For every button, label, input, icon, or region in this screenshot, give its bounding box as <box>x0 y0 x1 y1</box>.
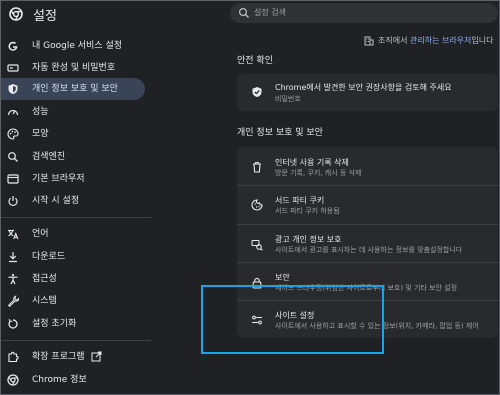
sidebar-item-languages[interactable]: 언어 <box>1 223 145 245</box>
privacy-row-clear-browsing-data[interactable]: 인터넷 사용 기록 삭제 방문 기록, 쿠키, 캐시 등 삭제 <box>237 147 498 184</box>
chrome-logo-icon <box>9 7 23 21</box>
cookie-icon <box>251 199 263 211</box>
google-icon <box>8 41 18 51</box>
autofill-icon <box>7 64 19 72</box>
sidebar-item-label: 시스템 <box>32 296 57 306</box>
palette-icon <box>7 128 19 140</box>
sidebar-item-label: Chrome 정보 <box>32 375 87 385</box>
safety-check-title: Chrome에서 발견한 보안 권장사항을 검토해 주세요 <box>275 83 452 92</box>
row-subtitle: 사이트에서 광고를 표시하는 데 사용하는 정보를 맞춤설정합니다 <box>275 246 463 254</box>
trash-icon <box>253 162 261 173</box>
row-title: 광고 개인 정보 보호 <box>275 235 342 244</box>
external-link-icon <box>91 351 102 362</box>
sidebar-item-label: 검색엔진 <box>32 152 66 162</box>
privacy-row-third-party-cookies[interactable]: 서드 파티 쿠키 서드 파티 쿠키 허용됨 <box>237 186 498 224</box>
sidebar-item-label: 개인 정보 보호 및 보안 <box>32 84 118 94</box>
top-bar: 설정 설정 검색 <box>1 1 499 29</box>
settings-window: 설정 설정 검색 조직에서 관리하는 브라우저입니다 내 Google 서비스 … <box>0 0 500 395</box>
row-title: 보안 <box>275 273 290 282</box>
speedometer-icon <box>7 109 19 116</box>
sidebar-item-downloads[interactable]: 다운로드 <box>1 246 145 268</box>
safety-check-heading: 안전 확인 <box>237 56 273 66</box>
sidebar-item-system[interactable]: 시스템 <box>1 290 145 312</box>
sidebar: 내 Google 서비스 설정 자동 완성 및 비밀번호 개인 정보 보호 및 … <box>1 31 151 394</box>
shield-icon <box>8 84 18 94</box>
building-icon <box>364 36 374 46</box>
page-title: 설정 <box>33 9 57 24</box>
managed-prefix: 조직에서 <box>378 36 410 45</box>
sidebar-divider <box>1 340 151 341</box>
sidebar-item-accessibility[interactable]: 접근성 <box>1 268 145 290</box>
search-placeholder: 설정 검색 <box>254 8 286 17</box>
sidebar-item-performance[interactable]: 성능 <box>1 101 145 123</box>
sidebar-item-about-chrome[interactable]: Chrome 정보 <box>1 369 145 391</box>
sidebar-item-privacy[interactable]: 개인 정보 보호 및 보안 <box>1 78 145 100</box>
safety-check-card[interactable]: Chrome에서 발견한 보안 권장사항을 검토해 주세요 비밀번호 <box>237 74 498 111</box>
sidebar-item-extensions[interactable]: 확장 프로그램 <box>1 346 145 368</box>
ad-privacy-icon <box>251 240 263 251</box>
power-icon <box>8 196 18 206</box>
accessibility-icon <box>8 273 18 285</box>
sidebar-item-label: 설정 초기화 <box>32 319 77 329</box>
privacy-row-ad-privacy[interactable]: 광고 개인 정보 보호 사이트에서 광고를 표시하는 데 사용하는 정보를 맞춤… <box>237 225 498 262</box>
row-title: 인터넷 사용 기록 삭제 <box>275 158 349 167</box>
chrome-icon <box>7 374 19 386</box>
sidebar-divider <box>1 217 151 218</box>
sidebar-item-label: 확장 프로그램 <box>32 352 85 362</box>
row-subtitle: 방문 기록, 쿠키, 캐시 등 삭제 <box>275 169 362 177</box>
sidebar-item-label: 시작 시 설정 <box>32 196 80 206</box>
sidebar-item-search-engine[interactable]: 검색엔진 <box>1 146 145 168</box>
row-subtitle: 서드 파티 쿠키 허용됨 <box>275 207 340 215</box>
download-icon <box>9 252 17 263</box>
search-input[interactable]: 설정 검색 <box>230 3 498 23</box>
sidebar-item-appearance[interactable]: 모양 <box>1 123 145 145</box>
row-title: 서드 파티 쿠키 <box>275 196 325 205</box>
sidebar-item-label: 자동 완성 및 비밀번호 <box>32 63 116 73</box>
wrench-icon <box>7 295 19 307</box>
sidebar-item-autofill[interactable]: 자동 완성 및 비밀번호 <box>1 57 145 79</box>
search-icon <box>238 7 249 18</box>
sidebar-item-google-services[interactable]: 내 Google 서비스 설정 <box>1 35 145 57</box>
managed-browser-link[interactable]: 관리하는 브라우저 <box>410 36 471 45</box>
highlight-box <box>201 285 384 354</box>
sidebar-item-reset-settings[interactable]: 설정 초기화 <box>1 313 145 335</box>
managed-suffix: 입니다 <box>471 36 494 45</box>
sidebar-item-label: 언어 <box>32 229 49 239</box>
sidebar-item-label: 접근성 <box>32 274 57 284</box>
browser-icon <box>7 174 19 184</box>
sidebar-item-label: 다운로드 <box>32 252 66 262</box>
puzzle-icon <box>8 351 19 363</box>
shield-check-icon <box>252 87 262 97</box>
translate-icon <box>8 229 19 240</box>
sidebar-item-label: 기본 브라우저 <box>32 174 85 184</box>
privacy-heading: 개인 정보 보호 및 보안 <box>237 128 323 138</box>
search-icon <box>8 152 18 162</box>
sidebar-item-label: 내 Google 서비스 설정 <box>32 41 123 51</box>
safety-check-subtitle: 비밀번호 <box>275 95 301 103</box>
sidebar-item-label: 모양 <box>32 129 49 139</box>
reset-icon <box>8 319 18 329</box>
sidebar-item-default-browser[interactable]: 기본 브라우저 <box>1 168 145 190</box>
sidebar-item-on-startup[interactable]: 시작 시 설정 <box>1 190 145 212</box>
sidebar-item-label: 성능 <box>32 107 49 117</box>
